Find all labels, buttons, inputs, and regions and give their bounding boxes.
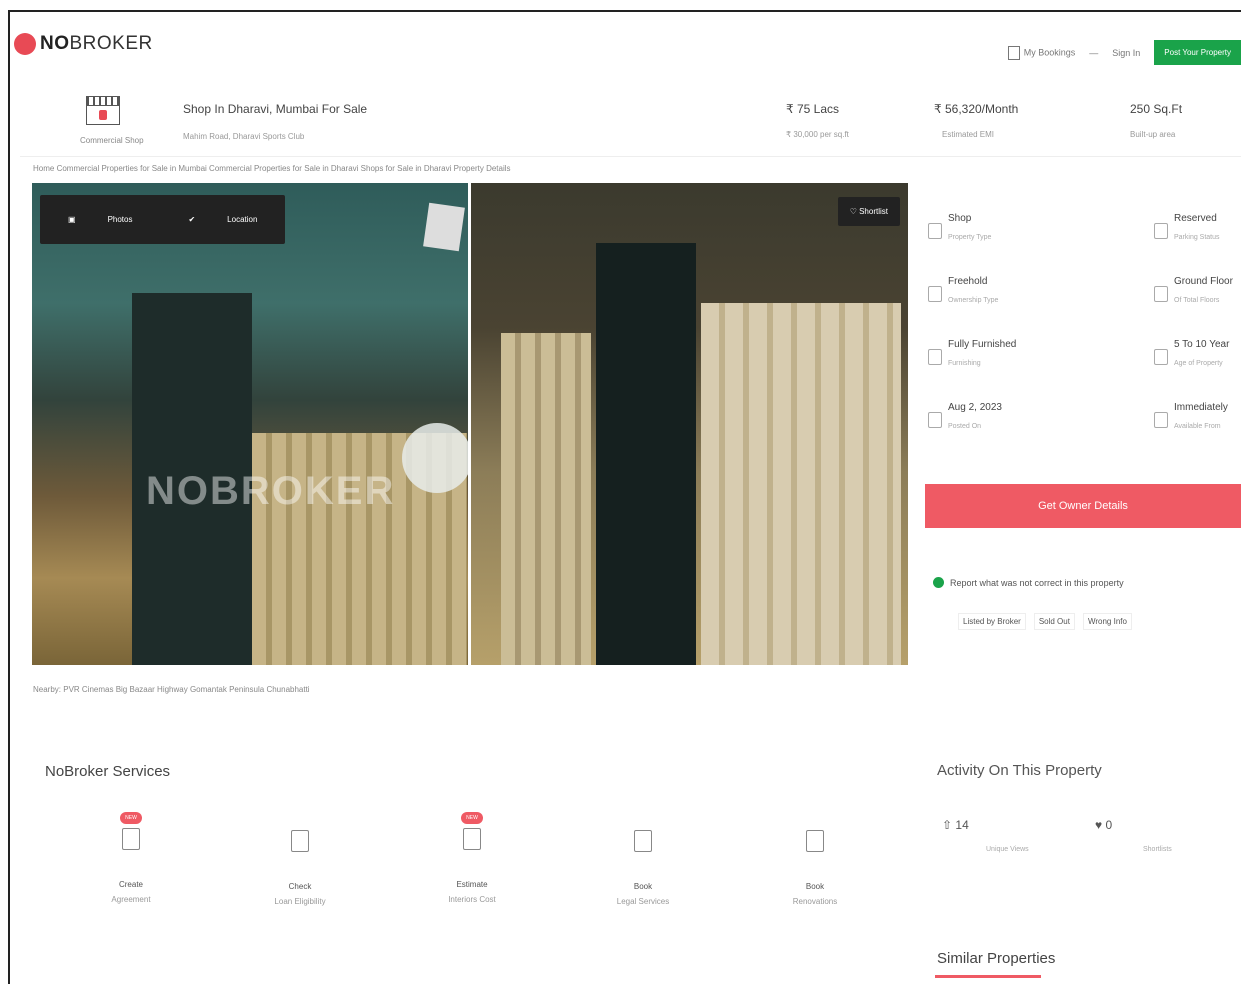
parking-icon (1154, 223, 1168, 239)
detail-item: 5 To 10 Year Age of Property (1154, 339, 1229, 367)
new-badge: NEW (461, 812, 483, 824)
heart-icon: ♡ (849, 207, 860, 216)
price: ₹ 75 Lacs (786, 102, 839, 116)
service-agreement[interactable]: NEW Create Agreement (81, 806, 181, 904)
similar-properties-title: Similar Properties (937, 950, 1056, 967)
service-interiors[interactable]: NEW Estimate Interiors Cost (422, 806, 522, 904)
location-icon: ✔ (188, 215, 196, 224)
price-per-sqft: ₹ 30,000 per sq.ft (786, 130, 849, 139)
detail-item: Aug 2, 2023 Posted On (928, 402, 1002, 430)
watermark: NOBROKER (146, 469, 396, 513)
legal-icon (634, 830, 652, 852)
sign-in-link[interactable]: Sign In (1112, 48, 1140, 58)
area: 250 Sq.Ft (1130, 102, 1183, 116)
agreement-icon (122, 828, 140, 850)
category-label: Commercial Shop (80, 136, 144, 145)
ownership-icon (928, 286, 942, 302)
report-option-sold-out[interactable]: Sold Out (1033, 613, 1075, 630)
post-property-button[interactable]: Post Your Property (1154, 40, 1241, 65)
views-count: ⇧ 14 (942, 818, 969, 832)
shortlist-button[interactable]: ♡ Shortlist (837, 197, 900, 226)
area-label: Built-up area (1130, 130, 1176, 139)
detail-item: Immediately Available From (1154, 402, 1228, 430)
shop-type-icon (928, 223, 942, 239)
views-label: Unique Views (986, 846, 1029, 853)
loan-icon (291, 830, 309, 852)
report-text: Report what was not correct in this prop… (950, 577, 1124, 588)
floor-icon (1154, 286, 1168, 302)
report-options: Listed by Broker Sold Out Wrong Info (958, 613, 1132, 630)
emi: ₹ 56,320/Month (934, 102, 1019, 116)
emi-label: Estimated EMI (942, 130, 995, 139)
camera-icon: ▣ (68, 215, 76, 224)
availability-icon (1154, 412, 1168, 428)
interiors-icon (463, 828, 481, 850)
detail-item: Fully Furnished Furnishing (928, 339, 1016, 367)
shortlists-count: ♥ 0 (1095, 818, 1113, 832)
logo-mark-icon (14, 33, 36, 55)
property-photo-2[interactable]: ♡ Shortlist (471, 183, 908, 665)
bookings-icon (1007, 45, 1020, 60)
property-header: Commercial Shop Shop In Dharavi, Mumbai … (20, 92, 1241, 157)
detail-item: Shop Property Type (928, 213, 991, 241)
location-tab[interactable]: ✔ Location (160, 195, 285, 244)
report-option-broker[interactable]: Listed by Broker (958, 613, 1026, 630)
my-bookings-link[interactable]: My Bookings (1007, 45, 1075, 60)
activity-title: Activity On This Property (937, 762, 1102, 779)
report-section: Report what was not correct in this prop… (933, 577, 1124, 588)
photos-tab[interactable]: ▣ Photos (40, 195, 160, 244)
shortlists-label: Shortlists (1143, 846, 1172, 853)
renovation-icon (806, 830, 824, 852)
service-loan[interactable]: Check Loan Eligibility (250, 830, 350, 906)
detail-item: Ground Floor Of Total Floors (1154, 276, 1233, 304)
logo-text: NOBROKER (40, 33, 153, 54)
get-owner-details-button[interactable]: Get Owner Details (925, 484, 1241, 528)
furnishing-icon (928, 349, 942, 365)
shop-icon (86, 96, 120, 126)
detail-item: Freehold Ownership Type (928, 276, 998, 304)
page-title: Shop In Dharavi, Mumbai For Sale (183, 102, 368, 116)
title-underline (935, 975, 1041, 978)
property-address: Mahim Road, Dharavi Sports Club (183, 132, 305, 141)
logo[interactable]: NOBROKER (14, 33, 153, 55)
service-renovation[interactable]: Book Renovations (765, 830, 865, 906)
property-photo-1[interactable]: NOBROKER ▣ Photos ✔ Location (32, 183, 468, 665)
detail-item: Reserved Parking Status (1154, 213, 1220, 241)
report-option-wrong-info[interactable]: Wrong Info (1082, 613, 1132, 630)
new-badge: NEW (120, 812, 142, 824)
photo-gallery[interactable]: NOBROKER ▣ Photos ✔ Location ♡ Shortlist (32, 183, 908, 665)
nearby-places[interactable]: Nearby: PVR Cinemas Big Bazaar Highway G… (33, 685, 310, 694)
menu-icon[interactable]: — (1089, 48, 1098, 58)
breadcrumb[interactable]: Home Commercial Properties for Sale in M… (33, 164, 511, 173)
views-icon: ⇧ (942, 818, 956, 832)
info-icon (933, 577, 944, 588)
heart-filled-icon: ♥ (1095, 818, 1106, 832)
photo-toggle: ▣ Photos ✔ Location (40, 195, 286, 244)
service-legal[interactable]: Book Legal Services (593, 830, 693, 906)
services-list: NEW Create Agreement Check Loan Eligibil… (45, 800, 845, 925)
age-icon (1154, 349, 1168, 365)
services-title: NoBroker Services (45, 763, 171, 780)
calendar-icon (928, 412, 942, 428)
top-nav: My Bookings — Sign In Post Your Property (1007, 40, 1241, 65)
